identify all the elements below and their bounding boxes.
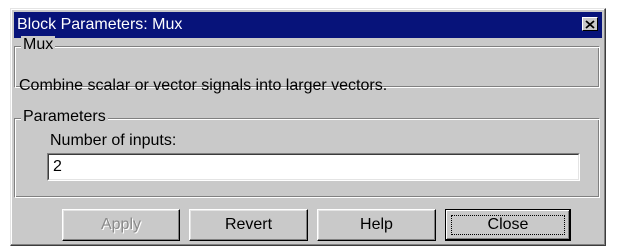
close-icon [585,19,595,29]
number-of-inputs-label: Number of inputs: [50,132,177,149]
number-of-inputs-field-box [48,154,579,180]
revert-button-label: Revert [224,216,273,233]
focus-ring [451,215,565,235]
revert-button[interactable]: Revert [189,209,308,241]
block-description: Combine scalar or vector signals into la… [19,77,388,94]
apply-button[interactable]: Apply [62,209,180,241]
title-bar[interactable]: Block Parameters: Mux [14,12,602,38]
parameters-group-legend: Parameters [21,108,108,126]
mux-group-legend: Mux [21,36,56,54]
number-of-inputs-field-wrapper [47,153,580,181]
help-button[interactable]: Help [317,209,436,241]
close-button[interactable]: Close [445,209,571,241]
number-of-inputs-input[interactable] [49,155,578,179]
window-title: Block Parameters: Mux [17,16,183,33]
title-close-button[interactable] [582,17,598,31]
help-button-label: Help [360,216,393,233]
apply-button-label: Apply [100,216,142,233]
